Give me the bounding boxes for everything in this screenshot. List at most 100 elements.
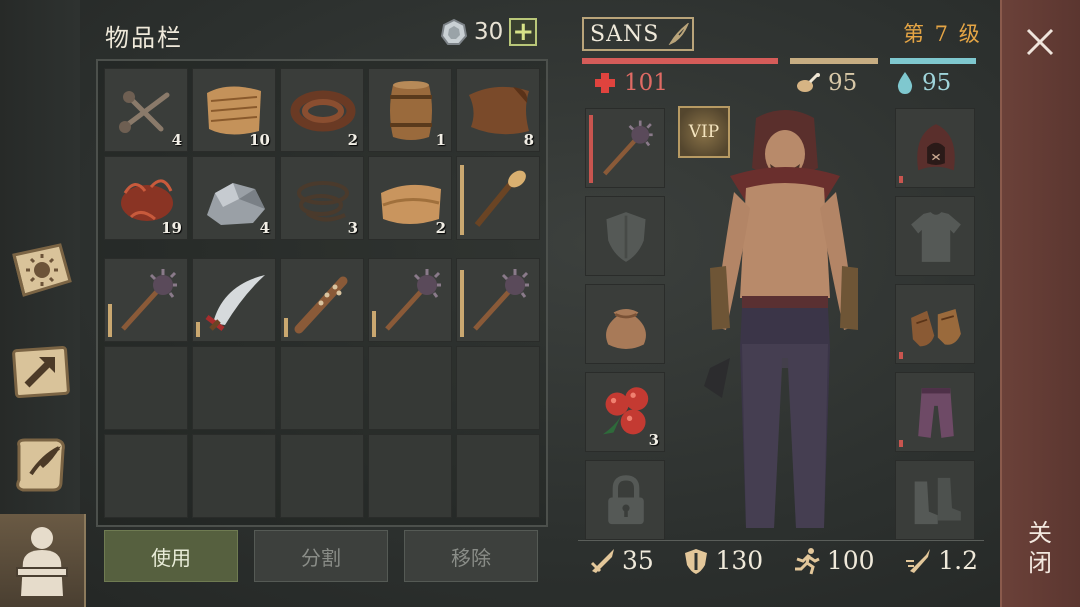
inventory-slot[interactable]: 2 [368, 156, 452, 240]
inventory-slot[interactable]: 2 [280, 68, 364, 152]
durability-bar [899, 352, 903, 359]
category-rail [0, 0, 86, 607]
empty-inventory-slot[interactable] [104, 434, 188, 518]
add-coins-button[interactable]: + [509, 18, 538, 46]
item-quantity: 1 [435, 131, 446, 149]
curved-sword-icon [205, 275, 265, 331]
use-button[interactable]: 使用 [104, 530, 238, 582]
empty-inventory-slot[interactable] [280, 434, 364, 518]
character-level: 第 7 级 [903, 22, 982, 46]
item-quantity: 8 [523, 131, 534, 149]
stats-divider [578, 540, 984, 541]
equipment-slot[interactable] [895, 196, 975, 276]
combat-stats: 35 130 100 1.2 [588, 546, 978, 575]
durability-bar [899, 176, 903, 183]
inventory-slot[interactable] [456, 156, 540, 240]
speed-value: 100 [826, 546, 875, 575]
durability-bar [460, 165, 464, 235]
inventory-slot[interactable]: 3 [280, 156, 364, 240]
character-name: SANS [590, 21, 660, 47]
inventory-slot[interactable] [368, 258, 452, 342]
scroll-quill-icon [16, 438, 65, 492]
inventory-slot[interactable] [456, 258, 540, 342]
inventory-slot[interactable]: 19 [104, 156, 188, 240]
empty-inventory-slot[interactable] [192, 434, 276, 518]
equipment-slot[interactable] [585, 460, 665, 540]
spiked-mace-icon [385, 269, 441, 331]
health-bar [582, 58, 778, 64]
inventory-actions: 使用 分割 移除 [104, 530, 538, 582]
item-quantity: 4 [171, 131, 182, 149]
water-stat: 95 [896, 70, 951, 96]
item-quantity: 3 [648, 431, 659, 449]
durability-bar [899, 440, 903, 447]
equipment-slot[interactable] [895, 284, 975, 364]
item-quantity: 3 [347, 219, 358, 237]
empty-inventory-slot[interactable] [104, 346, 188, 430]
equipment-slot[interactable] [585, 108, 665, 188]
food-stat: 95 [796, 70, 857, 96]
durability-bar [589, 115, 593, 183]
inventory-slot[interactable]: 8 [456, 68, 540, 152]
equipment-slot[interactable] [585, 196, 665, 276]
gloves-icon [911, 309, 961, 347]
inventory-slot[interactable] [104, 258, 188, 342]
equipment-slot[interactable]: 3 [585, 372, 665, 452]
split-button[interactable]: 分割 [254, 530, 388, 582]
sun-book-icon [12, 243, 72, 297]
equipment-slot[interactable] [895, 460, 975, 540]
equipment-slot[interactable] [895, 108, 975, 188]
durability-bar [196, 322, 200, 337]
inventory-slot[interactable]: 1 [368, 68, 452, 152]
equipment-slot[interactable] [895, 372, 975, 452]
inventory-slot[interactable]: 10 [192, 68, 276, 152]
tab-crafting[interactable] [6, 336, 76, 406]
hood-icon [917, 124, 955, 171]
character-model [704, 110, 858, 528]
tab-journal[interactable] [6, 236, 76, 306]
inventory-slot[interactable]: 4 [104, 68, 188, 152]
durability-bar [284, 318, 288, 337]
water-bar [890, 58, 976, 64]
empty-inventory-slot[interactable] [192, 346, 276, 430]
spiked-club-icon [294, 276, 348, 334]
health-stat: 101 [594, 70, 668, 96]
empty-inventory-slot[interactable] [280, 346, 364, 430]
health-cross-icon [595, 73, 615, 93]
inventory-slot[interactable] [280, 258, 364, 342]
pants-icon [918, 388, 954, 438]
empty-inventory-slot[interactable] [456, 434, 540, 518]
spiked-mace-icon [603, 120, 653, 176]
sack-icon [606, 309, 646, 349]
close-panel[interactable] [1000, 0, 1080, 607]
inventory-slot[interactable]: 4 [192, 156, 276, 240]
torch-icon [474, 170, 526, 227]
empty-inventory-slot[interactable] [456, 346, 540, 430]
durability-bar [460, 270, 464, 337]
craft-arrow-icon [12, 345, 70, 399]
shirt-icon [911, 212, 961, 262]
equipment-slot[interactable] [585, 284, 665, 364]
empty-inventory-slot[interactable] [368, 434, 452, 518]
close-button-label[interactable]: 关闭 [1027, 518, 1053, 578]
close-icon[interactable] [1022, 24, 1058, 60]
empty-inventory-slot[interactable] [368, 346, 452, 430]
inventory-title: 物品栏 [105, 24, 183, 52]
attack-speed-icon [906, 548, 931, 573]
armor-shield-icon [685, 548, 708, 574]
tab-inventory[interactable] [0, 514, 86, 607]
character-silhouette-icon [16, 526, 68, 596]
inventory-slot[interactable] [192, 258, 276, 342]
boots-icon [914, 477, 961, 525]
remove-button[interactable]: 移除 [404, 530, 538, 582]
water-drop-icon [897, 72, 913, 94]
character-name-box[interactable]: SANS [582, 17, 694, 51]
item-quantity: 4 [259, 219, 270, 237]
speed-stat: 100 [793, 546, 875, 575]
tab-quests[interactable] [6, 430, 76, 500]
item-quantity: 2 [435, 219, 446, 237]
coin-icon [440, 18, 468, 45]
attack-speed-stat: 1.2 [904, 546, 978, 575]
edit-quill-icon [668, 23, 690, 45]
shield-icon [606, 212, 646, 262]
